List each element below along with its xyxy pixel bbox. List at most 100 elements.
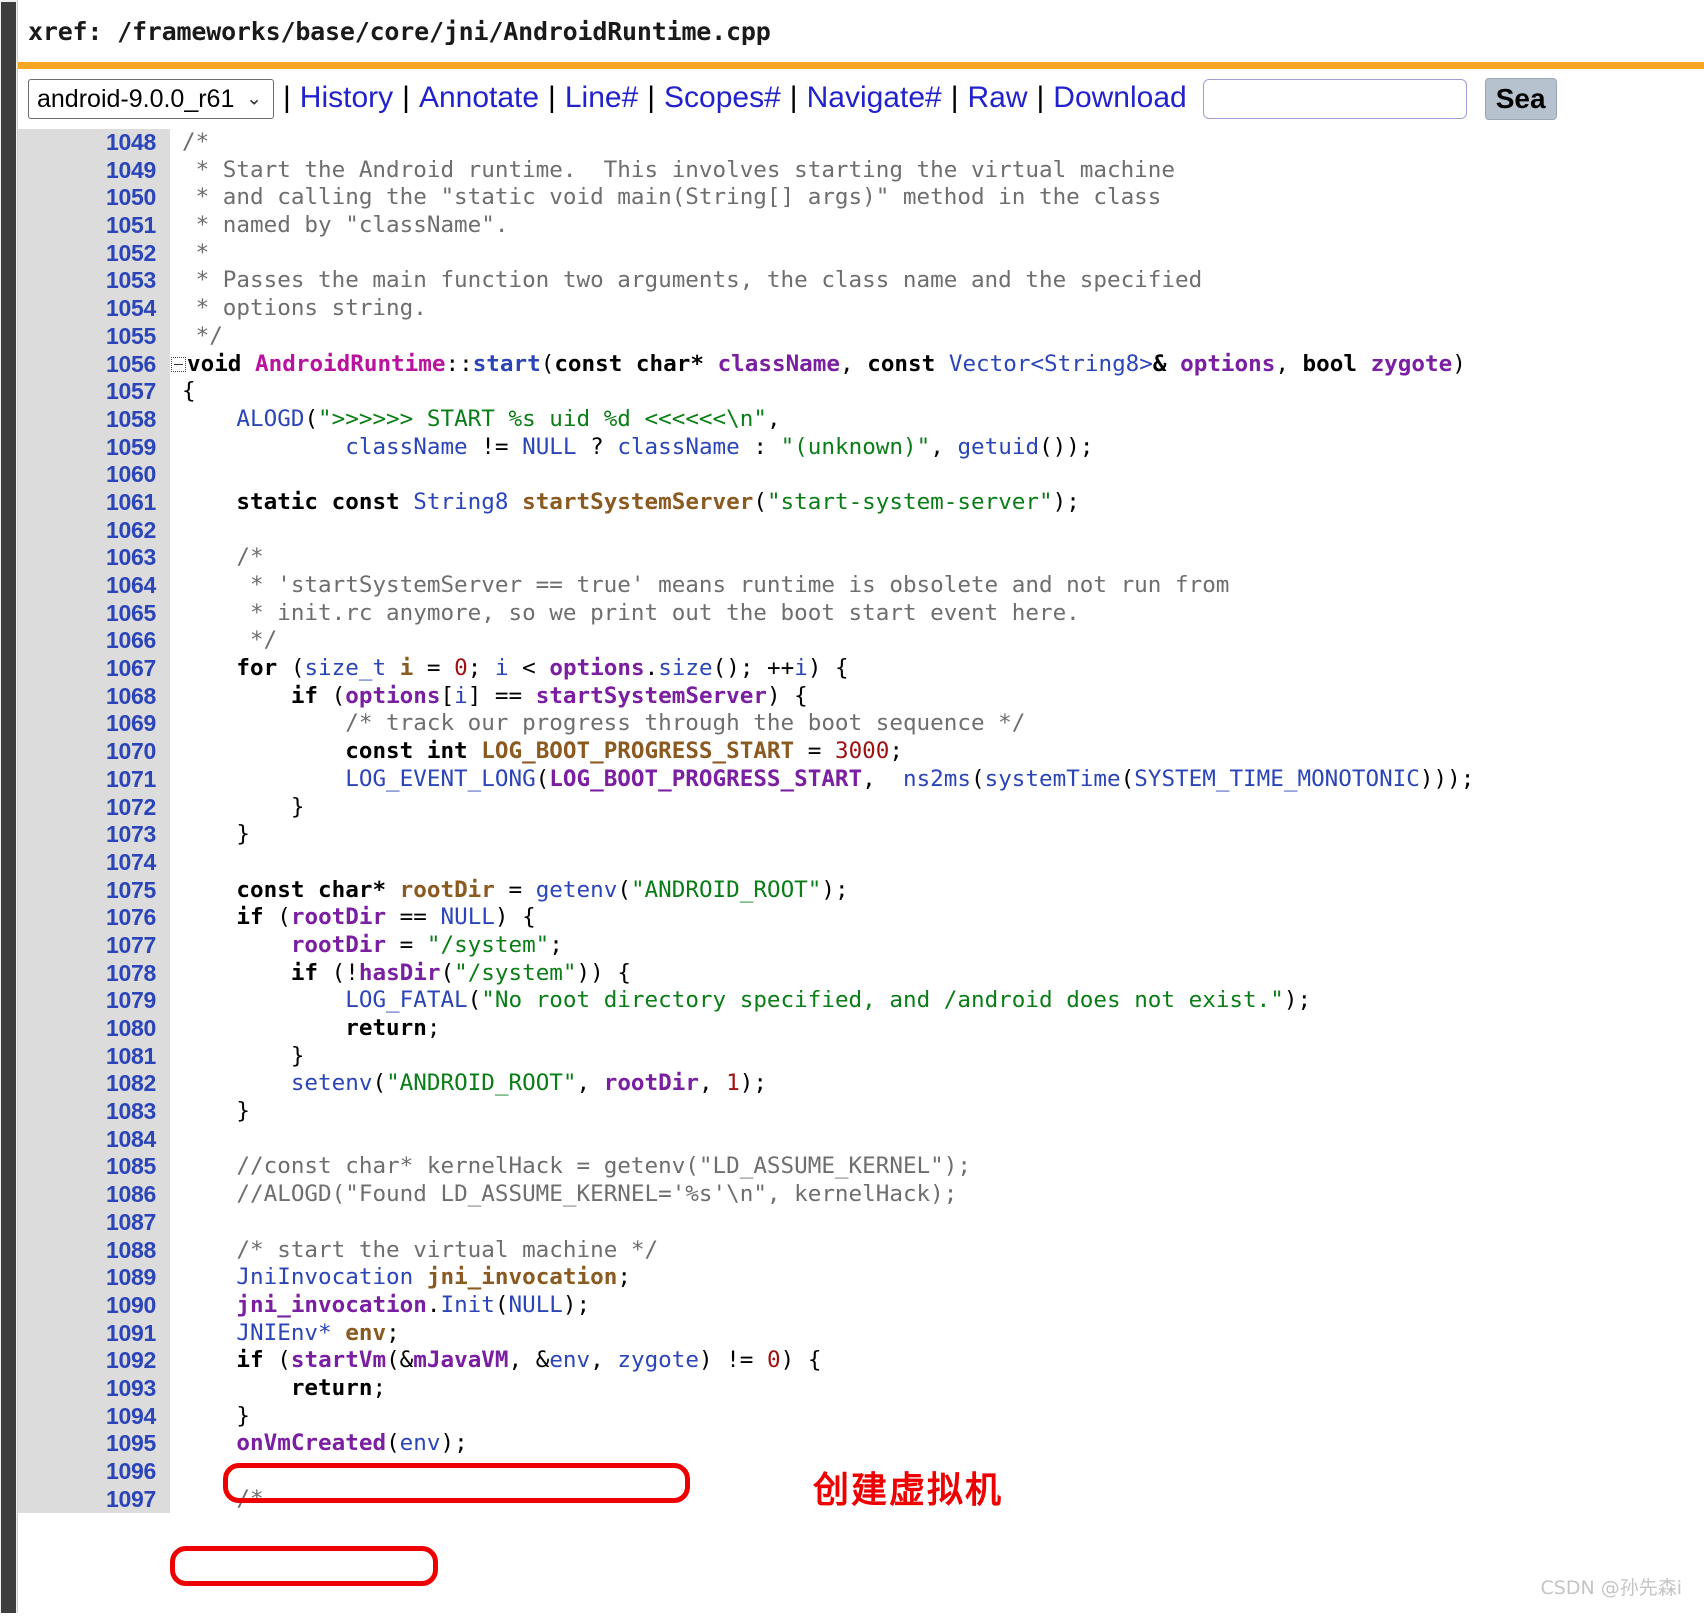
line-number[interactable]: 1069 xyxy=(18,710,170,739)
code-line[interactable]: 1092 if (startVm(&mJavaVM, &env, zygote)… xyxy=(18,1347,1704,1375)
code-line[interactable]: 1057 { xyxy=(18,378,1704,406)
line-number[interactable]: 1061 xyxy=(18,488,170,517)
code-line[interactable]: 1089 JniInvocation jni_invocation; xyxy=(18,1264,1704,1292)
code-line[interactable]: 1084 xyxy=(18,1125,1704,1154)
code-line[interactable]: 1054 * options string. xyxy=(18,295,1704,323)
toolbar-link-line-numbers[interactable]: Line# xyxy=(565,82,638,116)
code-line[interactable]: 1060 xyxy=(18,461,1704,489)
code-line[interactable]: 1068 if (options[i] == startSystemServer… xyxy=(18,682,1704,711)
line-number[interactable]: 1053 xyxy=(18,267,170,296)
code-line[interactable]: 1055 */ xyxy=(18,322,1704,351)
code-line[interactable]: 1090 jni_invocation.Init(NULL); xyxy=(18,1291,1704,1320)
line-number[interactable]: 1067 xyxy=(18,655,170,683)
line-number[interactable]: 1051 xyxy=(18,212,170,240)
line-number[interactable]: 1088 xyxy=(18,1236,170,1265)
line-number[interactable]: 1064 xyxy=(18,572,170,600)
code-line[interactable]: 1086 //ALOGD("Found LD_ASSUME_KERNEL='%s… xyxy=(18,1181,1704,1209)
line-number[interactable]: 1080 xyxy=(18,1015,170,1043)
line-number[interactable]: 1063 xyxy=(18,544,170,572)
code-line[interactable]: 1078 if (!hasDir("/system")) { xyxy=(18,959,1704,988)
code-line[interactable]: 1064 * 'startSystemServer == true' means… xyxy=(18,572,1704,600)
code-line[interactable]: 1085 //const char* kernelHack = getenv("… xyxy=(18,1153,1704,1182)
code-line[interactable]: 1093 return; xyxy=(18,1374,1704,1403)
code-line[interactable]: 1077 rootDir = "/system"; xyxy=(18,931,1704,960)
code-line[interactable]: 1073 } xyxy=(18,821,1704,849)
line-number[interactable]: 1097 xyxy=(18,1485,170,1514)
code-line[interactable]: 1095 onVmCreated(env); xyxy=(18,1430,1704,1458)
line-number[interactable]: 1096 xyxy=(18,1458,170,1486)
search-input[interactable] xyxy=(1202,79,1467,119)
code-line[interactable]: 1048 /* xyxy=(18,129,1704,157)
code-line[interactable]: 1091 JNIEnv* env; xyxy=(18,1319,1704,1348)
code-line[interactable]: 1053 * Passes the main function two argu… xyxy=(18,267,1704,296)
code-line[interactable]: 1062 xyxy=(18,516,1704,545)
code-line[interactable]: 1052 * xyxy=(18,239,1704,268)
line-number[interactable]: 1060 xyxy=(18,461,170,489)
line-number[interactable]: 1052 xyxy=(18,239,170,268)
code-line[interactable]: 1070 const int LOG_BOOT_PROGRESS_START =… xyxy=(18,738,1704,766)
line-number[interactable]: 1082 xyxy=(18,1070,170,1099)
code-line[interactable]: 1088 /* start the virtual machine */ xyxy=(18,1236,1704,1265)
line-number[interactable]: 1093 xyxy=(18,1374,170,1403)
code-line[interactable]: 1081 } xyxy=(18,1042,1704,1071)
toolbar-link-scopes[interactable]: Scopes# xyxy=(664,82,781,116)
line-number[interactable]: 1058 xyxy=(18,405,170,434)
line-number[interactable]: 1090 xyxy=(18,1291,170,1320)
code-line[interactable]: 1063 /* xyxy=(18,544,1704,572)
search-button[interactable]: Sea xyxy=(1484,78,1557,120)
line-number[interactable]: 1087 xyxy=(18,1208,170,1237)
toolbar-link-annotate[interactable]: Annotate xyxy=(419,82,539,116)
code-line[interactable]: 1065 * init.rc anymore, so we print out … xyxy=(18,599,1704,628)
line-number[interactable]: 1049 xyxy=(18,156,170,185)
line-number[interactable]: 1095 xyxy=(18,1430,170,1458)
code-line[interactable]: 1066 */ xyxy=(18,627,1704,656)
code-line[interactable]: 1067 for (size_t i = 0; i < options.size… xyxy=(18,655,1704,683)
line-number[interactable]: 1072 xyxy=(18,793,170,822)
line-number[interactable]: 1066 xyxy=(18,627,170,656)
line-number[interactable]: 1071 xyxy=(18,765,170,794)
toolbar-link-history[interactable]: History xyxy=(300,82,393,116)
code-line[interactable]: 1075 const char* rootDir = getenv("ANDRO… xyxy=(18,876,1704,905)
line-number[interactable]: 1070 xyxy=(18,738,170,766)
line-number[interactable]: 1079 xyxy=(18,987,170,1015)
source-code-area[interactable]: 1048/* 1049 * Start the Android runtime. … xyxy=(18,129,1704,1616)
code-line[interactable]: 1069 /* track our progress through the b… xyxy=(18,710,1704,739)
line-number[interactable]: 1086 xyxy=(18,1181,170,1209)
toolbar-link-raw[interactable]: Raw xyxy=(967,82,1027,116)
code-line[interactable]: 1072 } xyxy=(18,793,1704,822)
line-number[interactable]: 1074 xyxy=(18,848,170,877)
code-line[interactable]: 1079 LOG_FATAL("No root directory specif… xyxy=(18,987,1704,1015)
code-line[interactable]: 1061 static const String8 startSystemSer… xyxy=(18,488,1704,517)
line-number[interactable]: 1089 xyxy=(18,1264,170,1292)
line-number[interactable]: 1057 xyxy=(18,378,170,406)
line-number[interactable]: 1083 xyxy=(18,1098,170,1126)
code-line[interactable]: 1074 xyxy=(18,848,1704,877)
line-number[interactable]: 1068 xyxy=(18,682,170,711)
code-line[interactable]: 1050 * and calling the "static void main… xyxy=(18,184,1704,213)
line-number[interactable]: 1059 xyxy=(18,433,170,462)
line-number[interactable]: 1065 xyxy=(18,599,170,628)
line-number[interactable]: 1054 xyxy=(18,295,170,323)
line-number[interactable]: 1092 xyxy=(18,1347,170,1375)
code-line[interactable]: 1049 * Start the Android runtime. This i… xyxy=(18,156,1704,185)
code-line[interactable]: 1076 if (rootDir == NULL) { xyxy=(18,904,1704,932)
line-number[interactable]: 1081 xyxy=(18,1042,170,1071)
line-number[interactable]: 1056 xyxy=(18,350,170,379)
line-number[interactable]: 1085 xyxy=(18,1153,170,1182)
toolbar-link-navigate[interactable]: Navigate# xyxy=(807,82,942,116)
line-number[interactable]: 1062 xyxy=(18,516,170,545)
code-line[interactable]: 1094 } xyxy=(18,1402,1704,1431)
version-select[interactable]: android-9.0.0_r61 xyxy=(28,79,274,119)
line-number[interactable]: 1048 xyxy=(18,129,170,157)
line-number[interactable]: 1073 xyxy=(18,821,170,849)
line-number[interactable]: 1078 xyxy=(18,959,170,988)
code-line[interactable]: 1051 * named by "className". xyxy=(18,212,1704,240)
page-scrollbar[interactable] xyxy=(0,0,18,1616)
code-line[interactable]: 1059 className != NULL ? className : "(u… xyxy=(18,433,1704,462)
code-line[interactable]: 1056 void AndroidRuntime::start(const cha… xyxy=(18,350,1704,379)
line-number[interactable]: 1077 xyxy=(18,931,170,960)
code-line[interactable]: 1080 return; xyxy=(18,1015,1704,1043)
code-line[interactable]: 1082 setenv("ANDROID_ROOT", rootDir, 1); xyxy=(18,1070,1704,1099)
line-number[interactable]: 1050 xyxy=(18,184,170,213)
code-line[interactable]: 1087 xyxy=(18,1208,1704,1237)
